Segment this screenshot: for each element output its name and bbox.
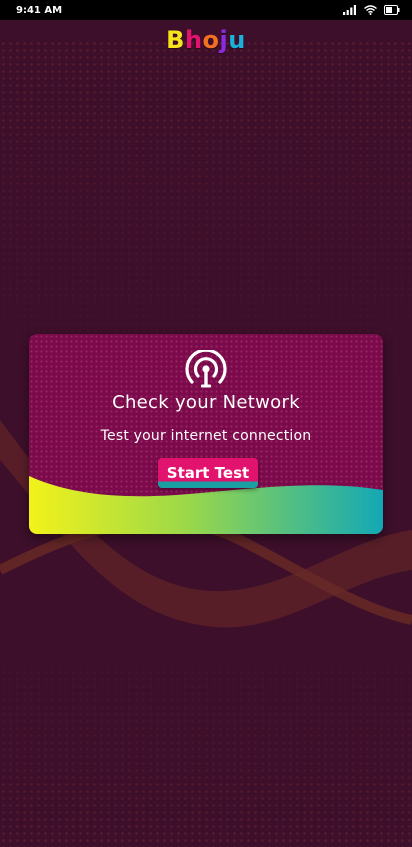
logo-letter: h bbox=[184, 26, 203, 54]
logo-letter: B bbox=[166, 26, 185, 54]
network-broadcast-icon bbox=[185, 350, 227, 388]
status-time: 9:41 AM bbox=[16, 4, 63, 16]
app-logo: Bhoju bbox=[0, 26, 412, 54]
battery-icon bbox=[384, 5, 400, 15]
logo-letter: o bbox=[202, 26, 220, 54]
card-subtitle: Test your internet connection bbox=[100, 428, 312, 444]
logo-letter: u bbox=[228, 26, 246, 54]
network-check-card: Check your Network Test your internet co… bbox=[29, 334, 383, 534]
background-pattern-bottom bbox=[0, 620, 412, 847]
status-icons bbox=[343, 5, 400, 15]
logo-letter: j bbox=[219, 26, 229, 54]
start-test-button[interactable]: Start Test bbox=[158, 458, 258, 488]
wifi-icon bbox=[364, 5, 377, 15]
card-title: Check your Network bbox=[112, 392, 300, 413]
signal-icon bbox=[343, 5, 356, 15]
status-bar: 9:41 AM bbox=[0, 0, 412, 20]
